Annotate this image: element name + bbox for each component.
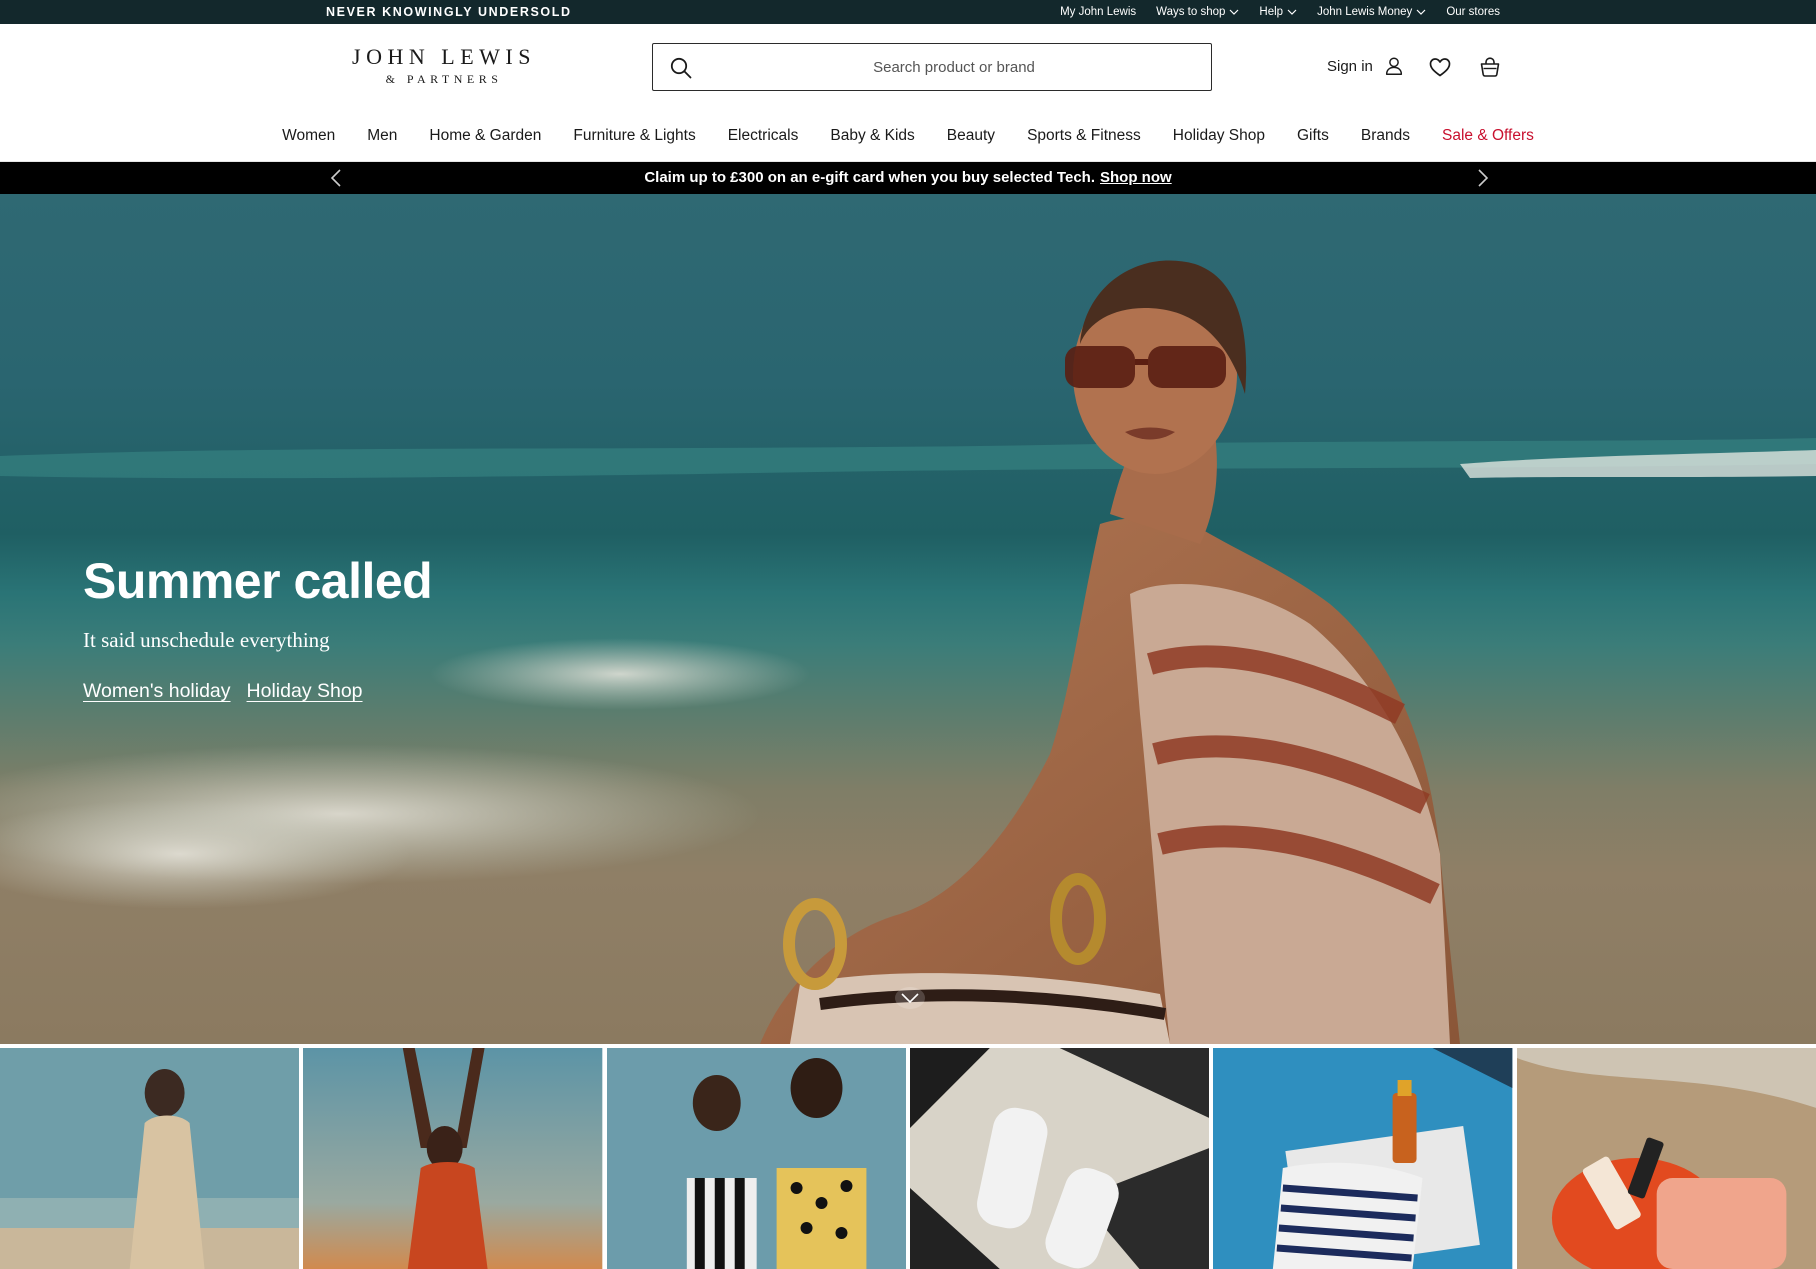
sign-in-button[interactable]: Sign in — [1327, 55, 1405, 77]
ways-to-shop-menu[interactable]: Ways to shop — [1156, 6, 1239, 18]
nav-baby-kids[interactable]: Baby & Kids — [830, 116, 914, 162]
chevron-down-icon — [1229, 9, 1239, 15]
sign-in-label: Sign in — [1327, 57, 1373, 75]
tile-image-suncare — [1213, 1048, 1513, 1269]
promo-banner: Claim up to £300 on an e-gift card when … — [0, 162, 1816, 194]
chevron-down-icon — [1416, 9, 1426, 15]
search-input[interactable] — [709, 44, 1199, 90]
nav-home-garden[interactable]: Home & Garden — [429, 116, 541, 162]
promo-text: Claim up to £300 on an e-gift card when … — [644, 169, 1095, 186]
nav-women[interactable]: Women — [282, 116, 335, 162]
nav-gifts[interactable]: Gifts — [1297, 116, 1329, 162]
nav-brands[interactable]: Brands — [1361, 116, 1410, 162]
tile-image-dress — [0, 1048, 300, 1269]
nav-sale-offers[interactable]: Sale & Offers — [1442, 116, 1534, 162]
basket-icon[interactable] — [1478, 55, 1502, 79]
tile-sandals[interactable] — [909, 1048, 1210, 1269]
holiday-shop-link[interactable]: Holiday Shop — [247, 680, 363, 703]
tile-beauty-bag[interactable] — [1516, 1048, 1816, 1269]
chevron-down-icon[interactable] — [894, 986, 926, 1010]
logo-sub: & PARTNERS — [385, 72, 503, 86]
heart-icon[interactable] — [1428, 55, 1452, 79]
search-box — [652, 43, 1212, 91]
utility-links: My John Lewis Ways to shop Help John Lew… — [1060, 0, 1500, 24]
logo-main: JOHN LEWIS — [352, 44, 536, 69]
nav-beauty[interactable]: Beauty — [947, 116, 995, 162]
promo-message: Claim up to £300 on an e-gift card when … — [0, 162, 1816, 194]
utility-bar: NEVER KNOWINGLY UNDERSOLD My John Lewis … — [0, 0, 1816, 24]
tile-womens-dresses[interactable] — [0, 1048, 300, 1269]
hero-subtitle: It said unschedule everything — [83, 628, 330, 652]
main-nav: Women Men Home & Garden Furniture & Ligh… — [0, 116, 1816, 162]
site-header: JOHN LEWIS & PARTNERS Sign in Women Men … — [0, 24, 1816, 162]
hero-image — [0, 260, 1816, 1044]
chevron-down-icon — [1287, 9, 1297, 15]
tile-image-swimwear — [606, 1048, 906, 1269]
nav-holiday-shop[interactable]: Holiday Shop — [1173, 116, 1265, 162]
my-john-lewis-link[interactable]: My John Lewis — [1060, 6, 1136, 18]
category-tiles — [0, 1048, 1816, 1269]
tile-suncare[interactable] — [1213, 1048, 1513, 1269]
tile-image-sandals — [909, 1048, 1210, 1269]
search-icon[interactable] — [669, 56, 693, 80]
promo-shop-now-link[interactable]: Shop now — [1100, 169, 1172, 186]
help-menu[interactable]: Help — [1259, 6, 1297, 18]
tile-swimwear[interactable] — [606, 1048, 906, 1269]
nav-furniture-lights[interactable]: Furniture & Lights — [573, 116, 695, 162]
chevron-right-icon[interactable] — [1472, 168, 1492, 188]
hero-banner[interactable]: Summer called It said unschedule everyth… — [0, 194, 1816, 1044]
our-stores-link[interactable]: Our stores — [1446, 6, 1500, 18]
user-icon — [1385, 57, 1402, 75]
tile-image-beauty-bag — [1516, 1048, 1816, 1269]
tagline: NEVER KNOWINGLY UNDERSOLD — [326, 5, 572, 19]
hero-title: Summer called — [83, 553, 433, 609]
womens-holiday-link[interactable]: Women's holiday — [83, 680, 231, 703]
nav-electricals[interactable]: Electricals — [728, 116, 799, 162]
tile-image-orange-dress — [303, 1048, 603, 1269]
nav-sports-fitness[interactable]: Sports & Fitness — [1027, 116, 1141, 162]
hero-links: Women's holiday Holiday Shop — [83, 680, 363, 703]
john-lewis-logo[interactable]: JOHN LEWIS & PARTNERS — [344, 44, 544, 86]
tile-orange-dress[interactable] — [303, 1048, 603, 1269]
john-lewis-money-menu[interactable]: John Lewis Money — [1317, 6, 1426, 18]
nav-men[interactable]: Men — [367, 116, 397, 162]
